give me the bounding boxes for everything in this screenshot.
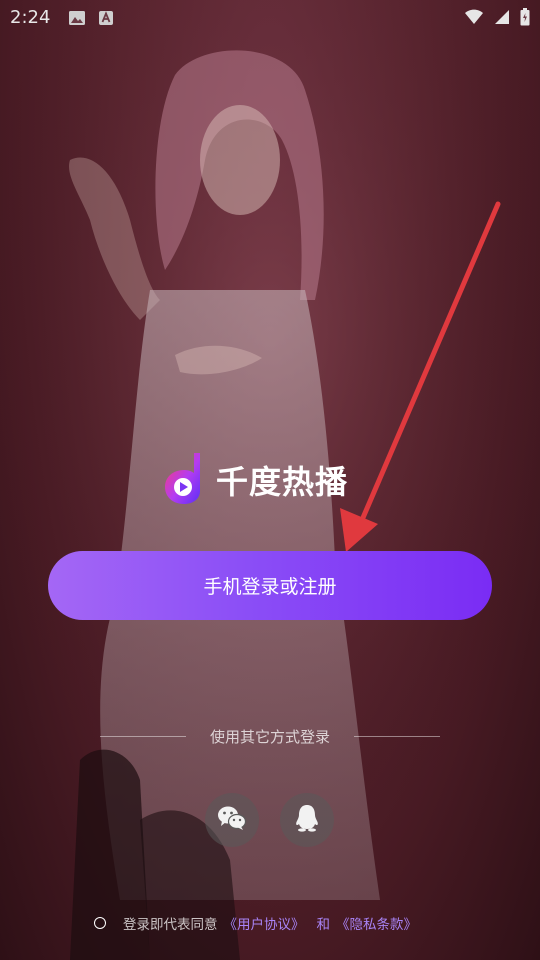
divider-line-right [353,735,440,737]
app-logo: 千度热播 [162,452,382,508]
agreement-row: 登录即代表同意 《用户协议》 和 《隐私条款》 [94,911,417,935]
status-icons-right [464,8,530,30]
app-title: 千度热播 [216,463,349,501]
phone-login-button[interactable]: 手机登录或注册 [48,551,492,620]
other-login-label: 使用其它方式登录 [209,727,330,746]
agreement-and: 和 [316,917,331,933]
user-agreement-link[interactable]: 《用户协议》 [224,913,305,933]
wechat-icon [217,805,247,835]
privacy-policy-link[interactable]: 《隐私条款》 [336,913,417,933]
qq-icon [295,804,319,836]
qq-login-button[interactable] [280,793,334,847]
other-login-divider: 使用其它方式登录 [100,724,440,748]
qiandu-logo-icon [162,451,206,509]
image-icon [68,10,86,30]
agreement-prefix: 登录即代表同意 [123,917,218,933]
battery-icon [520,8,530,30]
status-time: 2:24 [10,7,51,28]
app-a-icon [98,10,114,30]
divider-line-left [100,735,186,737]
signal-icon [494,9,510,29]
agree-radio[interactable] [94,917,106,929]
phone-login-button-label: 手机登录或注册 [203,576,337,598]
status-bar: 2:24 [0,0,540,36]
wechat-login-button[interactable] [205,793,259,847]
wifi-icon [464,9,484,29]
status-icons-left [68,10,114,30]
